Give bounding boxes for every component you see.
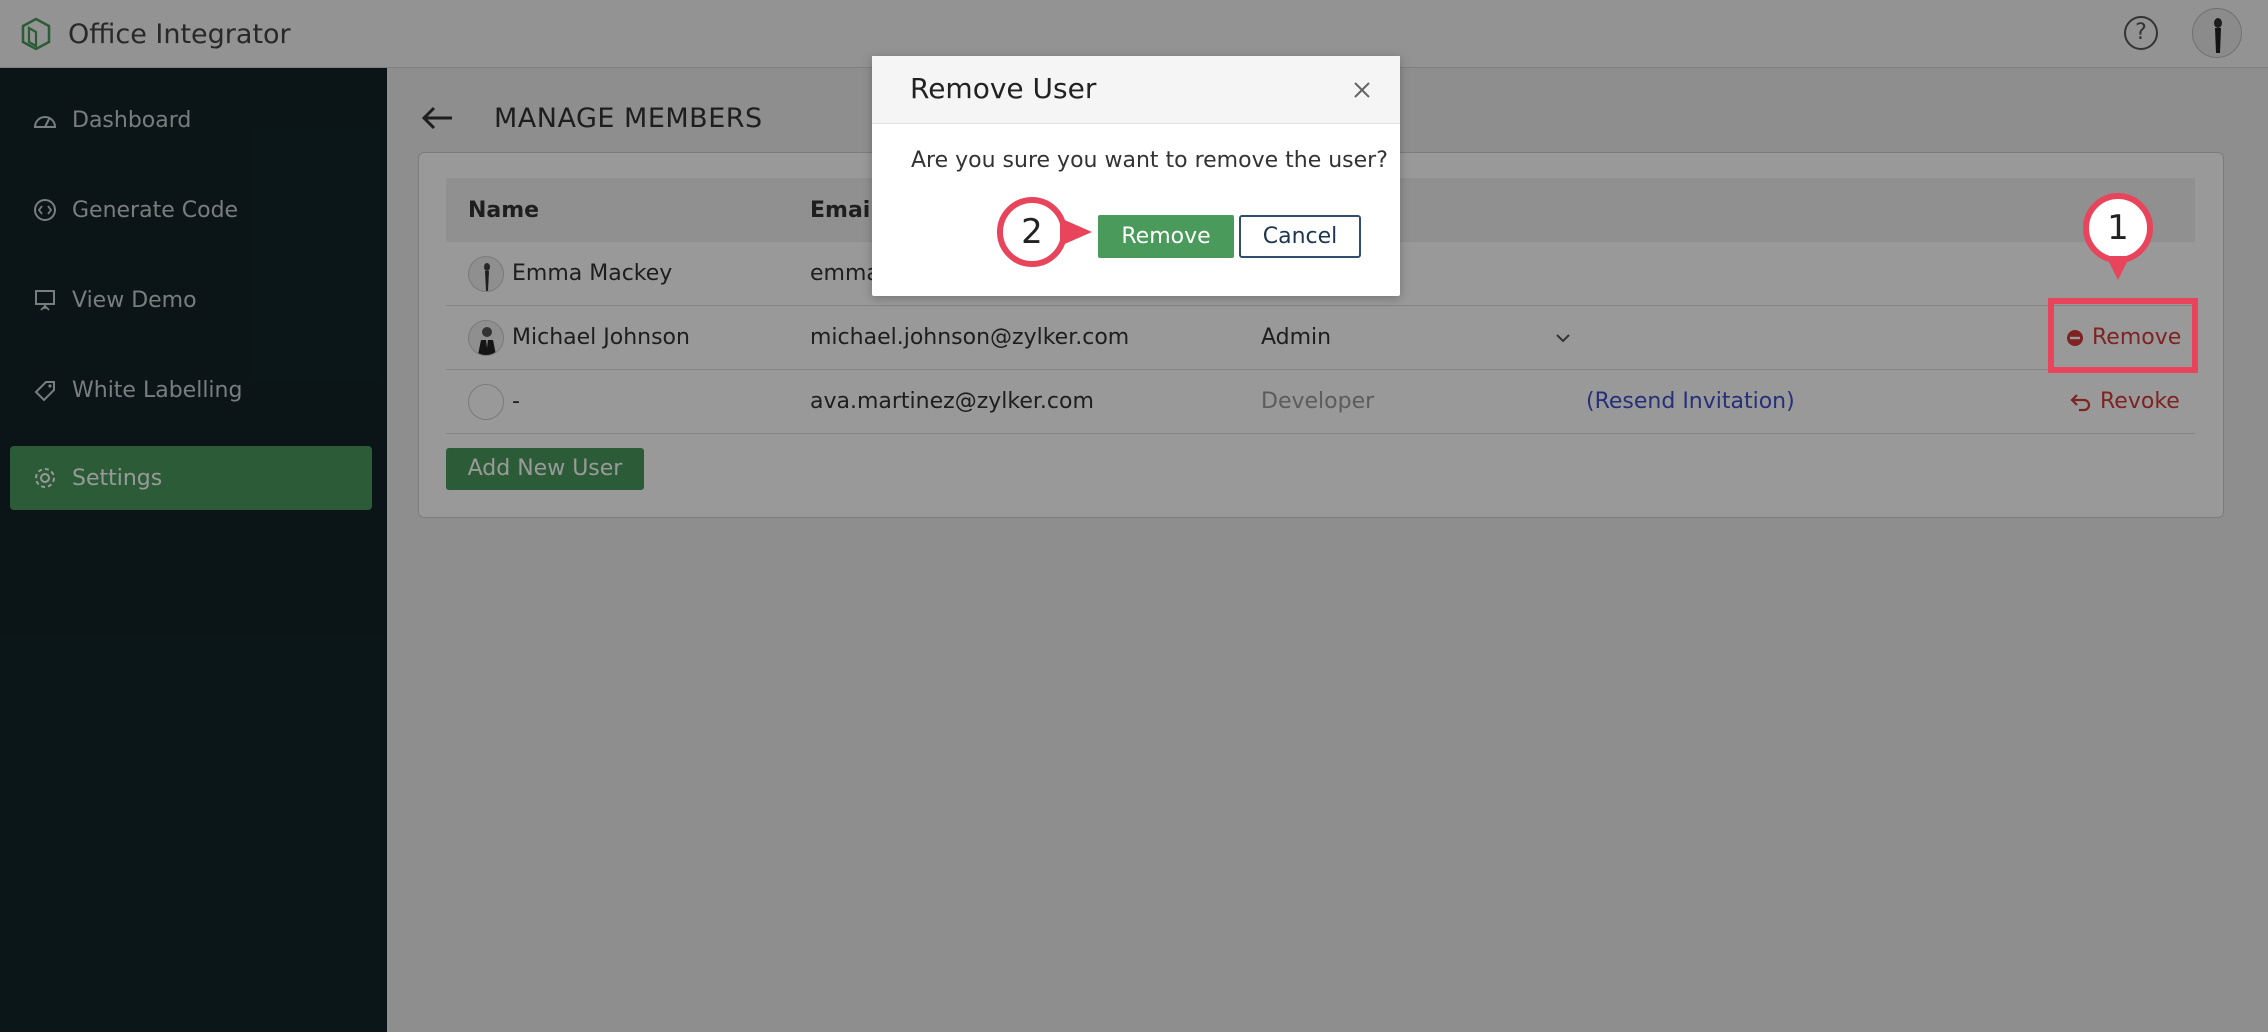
confirm-remove-button[interactable]: Remove: [1098, 215, 1234, 258]
dialog-header: Remove User: [872, 56, 1400, 124]
highlight-box: [2048, 298, 2198, 373]
cancel-button[interactable]: Cancel: [1239, 215, 1361, 258]
dialog-title: Remove User: [910, 72, 1097, 105]
step-1-label: 1: [2107, 208, 2129, 248]
close-icon[interactable]: [1352, 80, 1372, 100]
remove-user-dialog: Remove User Are you sure you want to rem…: [872, 56, 1400, 296]
step-2-label: 2: [1021, 212, 1043, 252]
dialog-message: Are you sure you want to remove the user…: [911, 148, 1388, 173]
